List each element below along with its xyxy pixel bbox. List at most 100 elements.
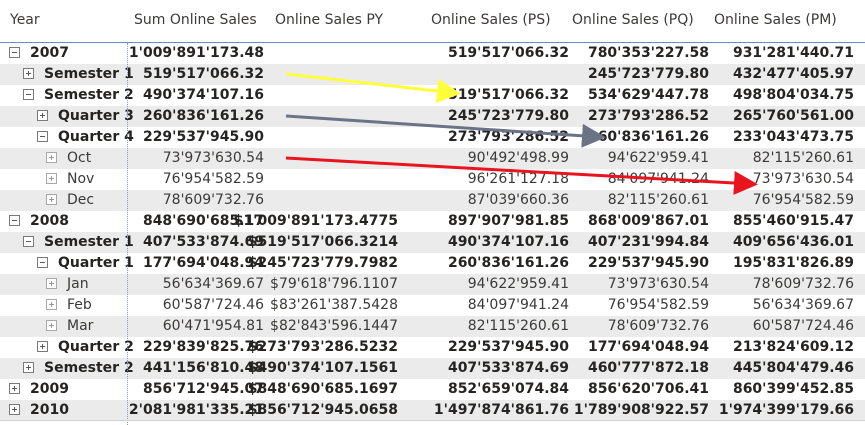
row-label[interactable]: Jan [67, 276, 89, 292]
cell-online-sales-py: $490'374'107.1561 [247, 360, 398, 376]
collapse-icon[interactable] [37, 257, 48, 268]
cell-sum-online-sales: 260'836'161.26 [142, 108, 264, 124]
row-label[interactable]: Semester 1 [44, 66, 134, 82]
cell-online-sales-pm: 409'656'436.01 [732, 234, 854, 250]
cell-online-sales-pm: 82'115'260.61 [752, 150, 854, 166]
cell-online-sales-py: $273'793'286.5232 [247, 339, 398, 355]
cell-online-sales-pm: 265'760'561.00 [732, 108, 854, 124]
expand-icon [46, 320, 57, 331]
cell-sum-online-sales: 76'954'582.59 [162, 171, 264, 187]
cell-online-sales-ps: 519'517'066.32 [447, 87, 569, 103]
cell-sum-online-sales: 78'609'732.76 [162, 192, 264, 208]
row-label[interactable]: Mar [67, 318, 93, 334]
cell-online-sales-py: $856'712'945.0658 [247, 402, 398, 418]
cell-online-sales-pm: 855'460'915.47 [732, 213, 854, 229]
table-row: Dec 78'609'732.76 87'039'660.36 82'115'260.… [0, 190, 865, 211]
collapse-icon[interactable] [23, 89, 34, 100]
header-online-sales-py[interactable]: Online Sales PY [275, 12, 383, 28]
expand-icon [46, 173, 57, 184]
cell-online-sales-py: $82'843'596.1447 [270, 318, 398, 334]
row-label[interactable]: Quarter 1 [58, 255, 134, 271]
table-row: Feb 60'587'724.46 $83'261'387.5428 84'097'9… [0, 295, 865, 316]
row-label[interactable]: 2009 [30, 381, 69, 397]
expand-icon[interactable] [37, 341, 48, 352]
matrix-visual: Year Sum Online Sales Online Sales PY On… [0, 0, 865, 425]
cell-online-sales-pm: 213'824'609.12 [732, 339, 854, 355]
expand-icon [46, 278, 57, 289]
row-label[interactable]: Nov [67, 171, 94, 187]
cell-online-sales-ps: 90'492'498.99 [467, 150, 569, 166]
header-sum-online-sales[interactable]: Sum Online Sales [134, 12, 257, 28]
expand-icon[interactable] [37, 110, 48, 121]
header-online-sales-pm[interactable]: Online Sales (PM) [714, 12, 837, 28]
table-row: 2009 856'712'945.07 $848'690'685.1697 852'6… [0, 379, 865, 400]
cell-online-sales-ps: 82'115'260.61 [467, 318, 569, 334]
row-label[interactable]: 2010 [30, 402, 69, 418]
cell-online-sales-ps: 490'374'107.16 [447, 234, 569, 250]
cell-online-sales-ps: 87'039'660.36 [467, 192, 569, 208]
expand-icon[interactable] [9, 404, 20, 415]
collapse-icon[interactable] [37, 131, 48, 142]
cell-online-sales-ps: 897'907'981.85 [447, 213, 569, 229]
column-header-row: Year Sum Online Sales Online Sales PY On… [0, 0, 865, 43]
cell-online-sales-pq: 856'620'706.41 [587, 381, 709, 397]
row-label[interactable]: Quarter 2 [58, 339, 134, 355]
cell-online-sales-pq: 1'789'908'922.57 [573, 402, 709, 418]
expand-icon[interactable] [23, 362, 34, 373]
row-label[interactable]: Oct [67, 150, 91, 166]
cell-online-sales-pq: 407'231'994.84 [587, 234, 709, 250]
cell-sum-online-sales: 229'537'945.90 [142, 129, 264, 145]
header-year[interactable]: Year [10, 12, 40, 28]
cell-online-sales-py: $79'618'796.1107 [270, 276, 398, 292]
cell-online-sales-pq: 73'973'630.54 [607, 276, 709, 292]
cell-sum-online-sales: 856'712'945.07 [142, 381, 264, 397]
table-row: Mar 60'471'954.81 $82'843'596.1447 82'115'2… [0, 316, 865, 337]
cell-sum-online-sales: 407'533'874.69 [142, 234, 264, 250]
header-online-sales-ps[interactable]: Online Sales (PS) [431, 12, 551, 28]
row-label[interactable]: Quarter 4 [58, 129, 134, 145]
header-online-sales-pq[interactable]: Online Sales (PQ) [572, 12, 694, 28]
expand-icon[interactable] [23, 68, 34, 79]
cell-online-sales-pq: 84'097'941.24 [607, 171, 709, 187]
row-label[interactable]: Feb [67, 297, 92, 313]
cell-sum-online-sales: 1'009'891'173.48 [128, 45, 264, 61]
row-label[interactable]: 2008 [30, 213, 69, 229]
row-label[interactable]: Semester 2 [44, 87, 134, 103]
cell-online-sales-ps: 94'622'959.41 [467, 276, 569, 292]
cell-sum-online-sales: 490'374'107.16 [142, 87, 264, 103]
cell-online-sales-ps: 273'793'286.52 [447, 129, 569, 145]
cell-sum-online-sales: 177'694'048.94 [142, 255, 264, 271]
cell-online-sales-pm: 195'831'826.89 [732, 255, 854, 271]
cell-online-sales-pq: 76'954'582.59 [607, 297, 709, 313]
cell-online-sales-pm: 498'804'034.75 [732, 87, 854, 103]
row-label[interactable]: Quarter 3 [58, 108, 134, 124]
cell-online-sales-ps: 245'723'779.80 [447, 108, 569, 124]
table-row: 2007 1'009'891'173.48 519'517'066.32 780'35… [0, 43, 865, 64]
expand-icon[interactable] [9, 383, 20, 394]
cell-online-sales-ps: 852'659'074.84 [447, 381, 569, 397]
table-row: 2010 2'081'981'335.21 $856'712'945.0658 1'4… [0, 400, 865, 421]
cell-sum-online-sales: 2'081'981'335.21 [128, 402, 264, 418]
cell-online-sales-pq: 273'793'286.52 [587, 108, 709, 124]
row-label[interactable]: Dec [67, 192, 94, 208]
row-header-divider [127, 43, 129, 425]
row-label[interactable]: Semester 2 [44, 360, 134, 376]
row-label[interactable]: 2007 [30, 45, 69, 61]
cell-online-sales-pq: 868'009'867.01 [587, 213, 709, 229]
cell-online-sales-pm: 60'587'724.46 [752, 318, 854, 334]
cell-online-sales-pm: 1'974'399'179.66 [718, 402, 854, 418]
collapse-icon[interactable] [9, 47, 20, 58]
collapse-icon[interactable] [23, 236, 34, 247]
table-row: Nov 76'954'582.59 96'261'127.18 84'097'941.… [0, 169, 865, 190]
table-row: Semester 2 490'374'107.16 519'517'066.32 53… [0, 85, 865, 106]
cell-sum-online-sales: 229'839'825.76 [142, 339, 264, 355]
cell-online-sales-ps: 1'497'874'861.76 [433, 402, 569, 418]
cell-online-sales-pm: 233'043'473.75 [732, 129, 854, 145]
table-row: Semester 1 407'533'874.69 $519'517'066.321… [0, 232, 865, 253]
cell-online-sales-pq: 78'609'732.76 [607, 318, 709, 334]
cell-online-sales-pq: 780'353'227.58 [587, 45, 709, 61]
table-row: Quarter 3 260'836'161.26 245'723'779.80 273… [0, 106, 865, 127]
row-label[interactable]: Semester 1 [44, 234, 134, 250]
collapse-icon[interactable] [9, 215, 20, 226]
expand-icon [46, 152, 57, 163]
